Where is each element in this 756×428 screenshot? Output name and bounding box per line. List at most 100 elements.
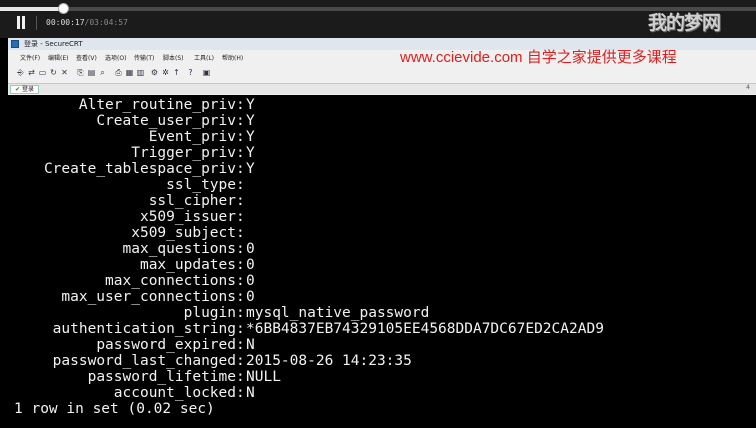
connect-icon[interactable]: ⎆ bbox=[16, 68, 25, 77]
keymap-icon[interactable]: ↑ bbox=[172, 68, 181, 77]
terminal-field: Trigger_priv bbox=[131, 145, 236, 161]
terminal-field-cell: Trigger_priv bbox=[14, 145, 236, 161]
menu-options[interactable]: 选项(O) bbox=[105, 53, 126, 62]
terminal-line: max_connections:0 bbox=[14, 273, 754, 289]
terminal-value: 0 bbox=[246, 241, 255, 257]
print-setup-icon[interactable]: ▦ bbox=[125, 68, 134, 77]
progress-track[interactable] bbox=[0, 7, 756, 11]
connect-tab-icon[interactable]: ▭ bbox=[38, 68, 47, 77]
terminal-colon: : bbox=[236, 241, 245, 257]
terminal-field-cell: max_user_connections bbox=[14, 289, 236, 305]
menu-script[interactable]: 脚本(S) bbox=[163, 53, 184, 62]
log-icon[interactable]: ▥ bbox=[136, 68, 145, 77]
progress-knob[interactable] bbox=[58, 3, 70, 14]
terminal-line: account_locked: N bbox=[14, 385, 754, 401]
terminal-value: 2015-08-26 14:23:35 bbox=[246, 353, 412, 369]
terminal-line: max_questions:0 bbox=[14, 241, 754, 257]
terminal-field-cell: authentication_string bbox=[14, 321, 236, 337]
terminal-value: Y bbox=[246, 145, 255, 161]
terminal-field: authentication_string bbox=[52, 321, 236, 337]
progress-fill bbox=[0, 7, 65, 11]
terminal-output[interactable]: Alter_routine_priv: Y Create_user_priv: Y Ev… bbox=[8, 95, 756, 428]
terminal-field: ssl_type bbox=[166, 177, 236, 193]
terminal-colon: : bbox=[236, 161, 245, 177]
pause-button[interactable] bbox=[14, 16, 28, 30]
terminal-value: Y bbox=[246, 161, 255, 177]
paste-icon[interactable]: ▤ bbox=[87, 68, 96, 77]
terminal-field: password_last_changed bbox=[52, 353, 236, 369]
terminal-field-cell: max_questions bbox=[14, 241, 237, 257]
terminal-value: *6BB4837EB74329105EE4568DDA7DC67ED2CA2AD… bbox=[246, 321, 604, 337]
session-options-icon[interactable]: ⚙ bbox=[150, 68, 159, 77]
session-tab[interactable]: ✔ 登录 bbox=[10, 85, 40, 94]
terminal-field-cell: password_lifetime bbox=[14, 369, 236, 385]
time-display: 00:00:17/03:04:57 bbox=[46, 18, 128, 27]
terminal-line: Alter_routine_priv: Y bbox=[14, 97, 754, 113]
terminal-value: mysql_native_password bbox=[246, 305, 430, 321]
print-icon[interactable]: ⎙ bbox=[114, 68, 123, 77]
watermark-logo: 我的梦网 bbox=[648, 12, 721, 34]
terminal-field: max_questions bbox=[122, 241, 237, 257]
find-icon[interactable]: ⌕ bbox=[98, 68, 107, 77]
terminal-line: x509_subject: bbox=[14, 225, 754, 241]
tab-scroll-indicator[interactable]: 4 bbox=[746, 84, 750, 91]
reconnect-icon[interactable]: ↻ bbox=[49, 68, 58, 77]
check-icon: ✔ bbox=[15, 86, 21, 93]
terminal-field: password_lifetime bbox=[87, 369, 236, 385]
disconnect-icon[interactable]: ✕ bbox=[60, 68, 69, 77]
menu-file[interactable]: 文件(F) bbox=[20, 53, 40, 62]
terminal-field: Create_user_priv bbox=[96, 113, 236, 129]
terminal-value: 0 bbox=[246, 273, 255, 289]
session-tab-bar: ✔ 登录 4 bbox=[8, 83, 756, 94]
terminal-field: max_connections bbox=[105, 273, 236, 289]
securecrt-app-icon bbox=[11, 40, 19, 48]
menu-transfer[interactable]: 传输(T) bbox=[134, 53, 154, 62]
terminal-value: Y bbox=[246, 113, 255, 129]
terminal-colon: : bbox=[236, 209, 245, 225]
terminal-field: Alter_routine_priv bbox=[78, 97, 236, 113]
menu-tools[interactable]: 工具(L) bbox=[194, 53, 214, 62]
terminal-field-cell: max_connections bbox=[14, 273, 236, 289]
terminal-field-cell: Create_tablespace_priv bbox=[14, 161, 236, 177]
help-icon[interactable]: ? bbox=[186, 68, 195, 77]
terminal-value: 0 bbox=[246, 257, 255, 273]
terminal-line: plugin: mysql_native_password bbox=[14, 305, 754, 321]
terminal-line: Create_user_priv: Y bbox=[14, 113, 754, 129]
menu-view[interactable]: 查看(V) bbox=[76, 53, 97, 62]
terminal-value: Y bbox=[246, 129, 255, 145]
terminal-line: ssl_type: bbox=[14, 177, 754, 193]
terminal-colon: : bbox=[236, 369, 245, 385]
terminal-line: Create_tablespace_priv: Y bbox=[14, 161, 754, 177]
terminal-line: authentication_string: *6BB4837EB74329105… bbox=[14, 321, 754, 337]
terminal-colon: : bbox=[236, 353, 245, 369]
terminal-line: password_lifetime: NULL bbox=[14, 369, 754, 385]
terminal-colon: : bbox=[236, 273, 245, 289]
terminal-field-cell: x509_issuer bbox=[14, 209, 236, 225]
terminal-colon: : bbox=[236, 321, 245, 337]
pause-icon bbox=[22, 16, 25, 29]
video-player-bar: 00:00:17/03:04:57 我的梦网 bbox=[0, 0, 756, 38]
terminal-field-cell: max_updates bbox=[14, 257, 236, 273]
terminal-colon: : bbox=[236, 177, 245, 193]
terminal-field-cell: Create_user_priv bbox=[14, 113, 236, 129]
terminal-result-footer: 1 row in set (0.02 sec) bbox=[14, 401, 215, 417]
terminal-field: Create_tablespace_priv bbox=[43, 161, 236, 177]
window-title: 登录 - SecureCRT bbox=[24, 40, 83, 48]
terminal-field-cell: Event_priv bbox=[14, 129, 236, 145]
session-tab-label: 登录 bbox=[22, 86, 35, 93]
current-time: 00:00:17 bbox=[46, 18, 85, 27]
terminal-field-cell: x509_subject bbox=[14, 225, 236, 241]
menu-edit[interactable]: 编辑(E) bbox=[48, 53, 68, 62]
quick-connect-icon[interactable]: ⇄ bbox=[27, 68, 36, 77]
terminal-value: 0 bbox=[246, 289, 255, 305]
copy-icon[interactable]: ⎘ bbox=[76, 68, 85, 77]
terminal-line: password_last_changed:2015-08-26 14:23:3… bbox=[14, 353, 754, 369]
global-options-icon[interactable]: ✲ bbox=[161, 68, 170, 77]
terminal-colon: : bbox=[236, 305, 245, 321]
sftp-icon[interactable]: ▣ bbox=[202, 68, 211, 77]
terminal-field: password_expired bbox=[96, 337, 236, 353]
terminal-field-cell: password_expired bbox=[14, 337, 236, 353]
menu-help[interactable]: 帮助(H) bbox=[222, 53, 243, 62]
terminal-colon: : bbox=[236, 385, 245, 401]
terminal-field: ssl_cipher bbox=[148, 193, 236, 209]
